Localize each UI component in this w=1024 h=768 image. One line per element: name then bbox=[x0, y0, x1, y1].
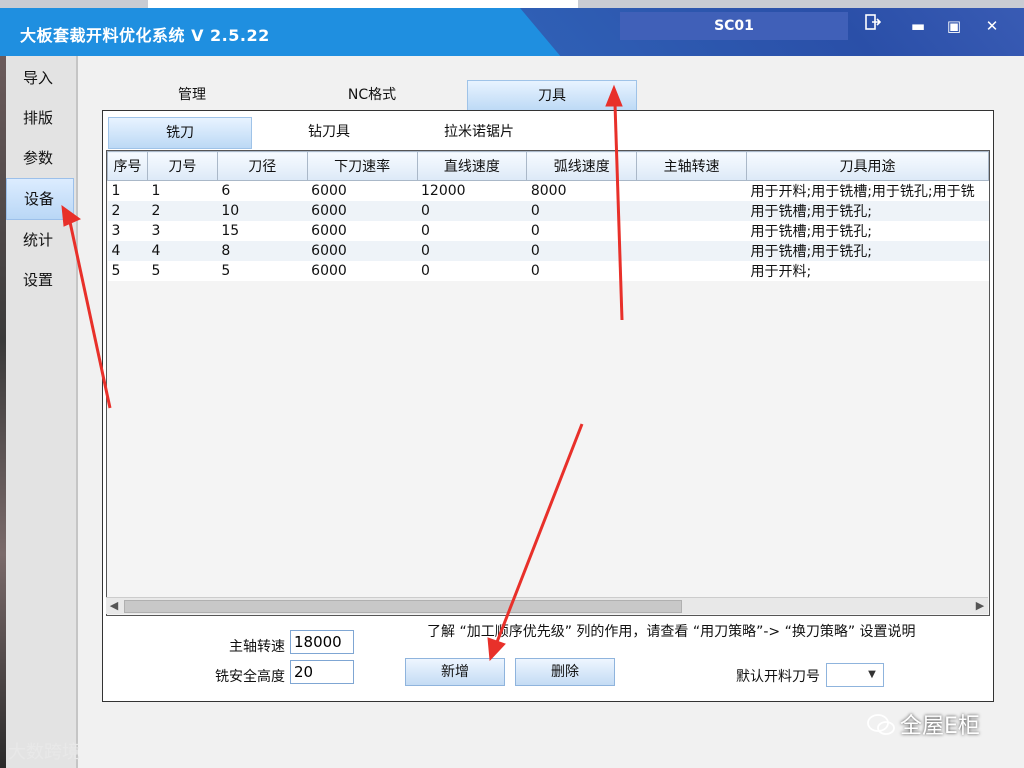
table-cell[interactable]: 1 bbox=[107, 180, 148, 201]
table-cell[interactable]: 0 bbox=[417, 221, 527, 241]
table-cell[interactable]: 5 bbox=[107, 261, 148, 281]
subtab-lamello-saw[interactable]: 拉米诺锯片 bbox=[408, 117, 550, 147]
table-cell[interactable]: 6000 bbox=[307, 241, 417, 261]
scroll-right-icon[interactable]: ▶ bbox=[972, 598, 988, 614]
subtab-drill-tools[interactable]: 钻刀具 bbox=[258, 117, 400, 147]
table-cell[interactable]: 12000 bbox=[417, 180, 527, 201]
table-cell[interactable]: 0 bbox=[526, 201, 637, 221]
default-tool-select[interactable]: ▼ bbox=[826, 663, 884, 687]
table-cell[interactable]: 15 bbox=[217, 221, 308, 241]
table-cell[interactable]: 6000 bbox=[307, 180, 417, 201]
table-cell[interactable]: 用于铣槽;用于铣孔; bbox=[746, 241, 989, 261]
table-cell[interactable]: 8000 bbox=[526, 180, 637, 201]
table-cell[interactable]: 用于铣槽;用于铣孔; bbox=[746, 201, 989, 221]
watermark-right: 全屋E柜 bbox=[900, 714, 980, 739]
table-row[interactable]: 3 3 15 6000 0 0 用于铣槽;用于铣孔; bbox=[107, 221, 989, 241]
column-header[interactable]: 弧线速度 bbox=[526, 151, 638, 181]
table-cell[interactable]: 8 bbox=[217, 241, 308, 261]
station-label: SC01 bbox=[620, 12, 848, 40]
sidebar-item-statistics[interactable]: 统计 bbox=[6, 220, 76, 260]
table-cell[interactable]: 4 bbox=[107, 241, 148, 261]
table-cell[interactable]: 用于开料; bbox=[746, 261, 989, 281]
tab-nc-format[interactable]: NC格式 bbox=[312, 80, 432, 110]
tab-management[interactable]: 管理 bbox=[132, 80, 252, 110]
minimize-button[interactable]: ▬ bbox=[898, 12, 938, 40]
table-cell[interactable]: 6000 bbox=[307, 221, 417, 241]
wechat-icon bbox=[866, 712, 896, 744]
sidebar: 导入 排版 参数 设备 统计 设置 bbox=[6, 56, 76, 768]
table-cell[interactable]: 3 bbox=[107, 221, 148, 241]
column-header[interactable]: 序号 bbox=[107, 151, 148, 181]
column-header[interactable]: 刀具用途 bbox=[745, 151, 989, 181]
table-cell[interactable] bbox=[636, 201, 747, 221]
add-button[interactable]: 新增 bbox=[405, 658, 505, 686]
table-cell[interactable]: 3 bbox=[147, 221, 218, 241]
exit-icon[interactable] bbox=[852, 12, 892, 40]
table-cell[interactable] bbox=[636, 221, 747, 241]
table-cell[interactable]: 0 bbox=[526, 261, 637, 281]
safe-height-input[interactable] bbox=[290, 660, 354, 684]
table-cell[interactable] bbox=[636, 241, 747, 261]
table-cell[interactable]: 5 bbox=[217, 261, 308, 281]
table-row[interactable]: 2 2 10 6000 0 0 用于铣槽;用于铣孔; bbox=[107, 201, 989, 221]
table-row[interactable]: 4 4 8 6000 0 0 用于铣槽;用于铣孔; bbox=[107, 241, 989, 261]
spindle-speed-label: 主轴转速 bbox=[229, 639, 285, 655]
column-header[interactable]: 直线速度 bbox=[416, 151, 528, 181]
sidebar-item-import[interactable]: 导入 bbox=[6, 58, 76, 98]
spindle-speed-input[interactable] bbox=[290, 630, 354, 654]
column-header[interactable]: 刀径 bbox=[216, 151, 308, 181]
subtab-milling-cutter[interactable]: 铣刀 bbox=[108, 117, 252, 149]
table-cell[interactable]: 2 bbox=[147, 201, 218, 221]
column-header[interactable]: 刀号 bbox=[146, 151, 218, 181]
horizontal-scrollbar[interactable]: ◀ ▶ bbox=[106, 597, 988, 614]
table-cell[interactable]: 用于开料;用于铣槽;用于铣孔;用于铣 bbox=[746, 180, 989, 201]
desktop-background-strip bbox=[0, 0, 1024, 8]
default-tool-label: 默认开料刀号 bbox=[736, 669, 820, 685]
table-cell[interactable]: 6 bbox=[217, 180, 308, 201]
table-cell[interactable] bbox=[636, 261, 747, 281]
scroll-left-icon[interactable]: ◀ bbox=[106, 598, 122, 614]
table-cell[interactable]: 10 bbox=[217, 201, 308, 221]
sidebar-item-layout[interactable]: 排版 bbox=[6, 98, 76, 138]
table-cell[interactable]: 0 bbox=[417, 241, 527, 261]
scrollbar-thumb[interactable] bbox=[124, 600, 682, 613]
tool-table: 序号 刀号 刀径 下刀速率 直线速度 弧线速度 主轴转速 刀具用途 1 1 6 6000 12000 8… bbox=[107, 151, 989, 281]
hint-text: 了解 “加工顺序优先级” 列的作用，请查看 “用刀策略”-> “换刀策略” 设置… bbox=[427, 624, 916, 640]
table-cell[interactable] bbox=[636, 180, 747, 201]
table-cell[interactable]: 0 bbox=[417, 201, 527, 221]
table-cell[interactable]: 1 bbox=[147, 180, 218, 201]
maximize-button[interactable]: ▣ bbox=[934, 12, 974, 40]
watermark-left: 大数跨境 bbox=[8, 742, 80, 763]
tool-grid[interactable]: 序号 刀号 刀径 下刀速率 直线速度 弧线速度 主轴转速 刀具用途 1 1 6 6000 12000 8… bbox=[106, 150, 990, 616]
table-cell[interactable]: 用于铣槽;用于铣孔; bbox=[746, 221, 989, 241]
delete-button[interactable]: 删除 bbox=[515, 658, 615, 686]
column-header[interactable]: 主轴转速 bbox=[636, 151, 747, 181]
table-cell[interactable]: 0 bbox=[417, 261, 527, 281]
table-cell[interactable]: 0 bbox=[526, 221, 637, 241]
table-cell[interactable]: 0 bbox=[526, 241, 637, 261]
table-row[interactable]: 1 1 6 6000 12000 8000 用于开料;用于铣槽;用于铣孔;用于铣 bbox=[107, 180, 989, 201]
table-cell[interactable]: 6000 bbox=[307, 201, 417, 221]
table-cell[interactable]: 2 bbox=[107, 201, 148, 221]
sidebar-item-settings[interactable]: 设置 bbox=[6, 260, 76, 300]
title-bar: 大板套裁开料优化系统 V 2.5.22 SC01 ▬ ▣ ✕ bbox=[0, 8, 1024, 56]
desktop-window-edge bbox=[148, 0, 578, 8]
column-header[interactable]: 下刀速率 bbox=[306, 151, 418, 181]
table-cell[interactable]: 4 bbox=[147, 241, 218, 261]
app-title: 大板套裁开料优化系统 V 2.5.22 bbox=[20, 26, 270, 45]
table-cell[interactable]: 6000 bbox=[307, 261, 417, 281]
tab-tools[interactable]: 刀具 bbox=[467, 80, 637, 111]
close-button[interactable]: ✕ bbox=[972, 12, 1012, 40]
table-cell[interactable]: 5 bbox=[147, 261, 218, 281]
table-row[interactable]: 5 5 5 6000 0 0 用于开料; bbox=[107, 261, 989, 281]
safe-height-label: 铣安全高度 bbox=[215, 669, 285, 685]
chevron-down-icon[interactable]: ▼ bbox=[863, 666, 881, 684]
sidebar-item-equipment[interactable]: 设备 bbox=[6, 178, 74, 220]
sidebar-item-parameters[interactable]: 参数 bbox=[6, 138, 76, 178]
